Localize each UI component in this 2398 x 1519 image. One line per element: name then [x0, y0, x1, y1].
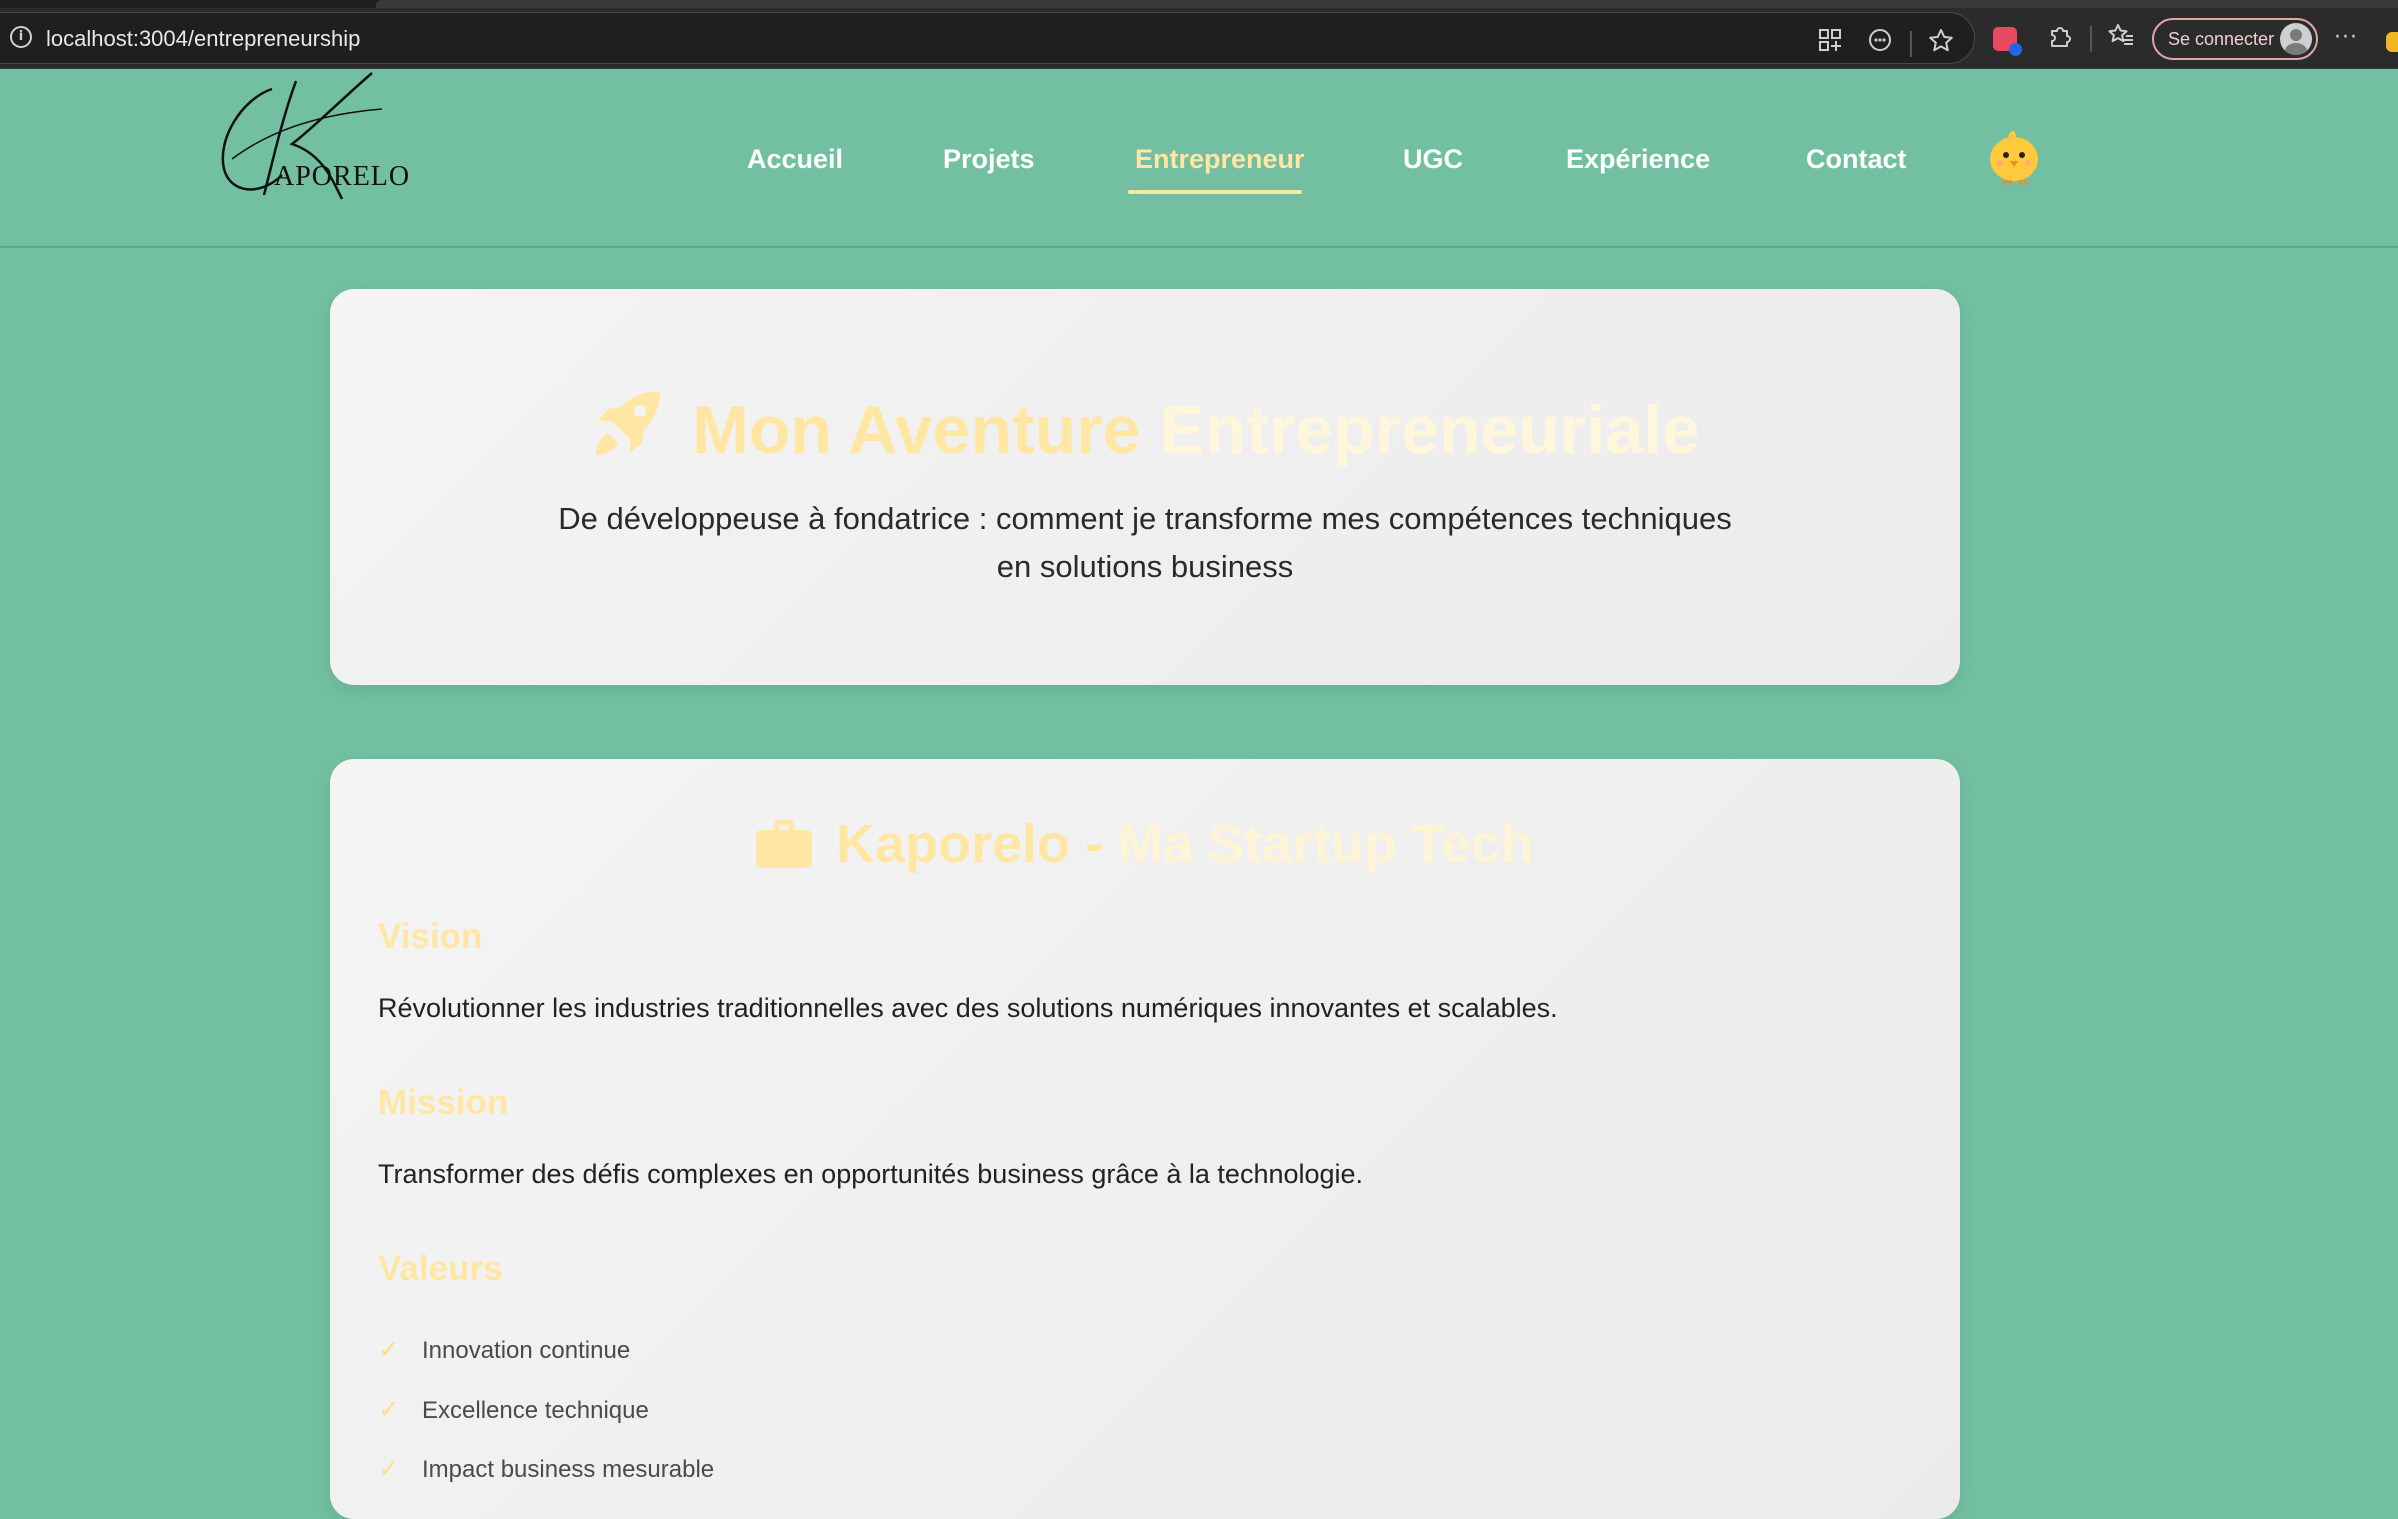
values-heading: Valeurs [378, 1249, 503, 1288]
nav-experience[interactable]: Expérience [1566, 144, 1710, 175]
more-icon[interactable]: ··· [2330, 22, 2362, 54]
copilot-icon[interactable] [2386, 32, 2398, 52]
reading-mode-icon[interactable] [1864, 27, 1896, 59]
list-item: ✓ Innovation continue [378, 1335, 630, 1365]
chick-icon[interactable] [1986, 127, 2042, 186]
value-label: Excellence technique [422, 1397, 649, 1424]
site-header: APORELO Accueil Projets Entrepreneur UGC… [0, 69, 2398, 248]
toolbar-separator [2090, 26, 2092, 52]
sign-in-label: Se connecter [2168, 29, 2275, 49]
briefcase-icon [755, 820, 812, 868]
nav-entrepreneur[interactable]: Entrepreneur [1135, 144, 1305, 175]
check-icon: ✓ [378, 1395, 400, 1425]
toolbar-separator [1910, 31, 1912, 57]
vision-text: Révolutionner les industries traditionne… [378, 993, 1558, 1023]
app-grid-icon[interactable] [1814, 27, 1846, 59]
hero-title: Mon Aventure Entrepreneuriale [330, 385, 1960, 469]
address-bar[interactable]: i localhost:3004/entrepreneurship [0, 12, 1975, 64]
startup-title: Kaporelo - Ma Startup Tech [330, 813, 1960, 875]
hero-card: Mon Aventure Entrepreneuriale De dévelop… [330, 289, 1960, 685]
browser-toolbar: i localhost:3004/entrepreneurship Se con… [0, 8, 2398, 69]
logo-text: APORELO [274, 161, 411, 192]
nav-contact[interactable]: Contact [1806, 144, 1907, 175]
value-label: Impact business mesurable [422, 1456, 715, 1483]
browser-tab-strip [0, 0, 2398, 8]
browser-tab-edge [376, 0, 2398, 8]
nav-projets[interactable]: Projets [943, 144, 1035, 175]
favorites-icon[interactable] [2105, 22, 2137, 54]
vision-heading: Vision [378, 917, 483, 956]
list-item: ✓ Excellence technique [378, 1395, 649, 1425]
rocket-icon [590, 385, 666, 461]
puzzle-extensions-icon[interactable] [2044, 22, 2076, 54]
url-text[interactable]: localhost:3004/entrepreneurship [46, 26, 360, 52]
hero-title-part2: Entrepreneuriale [1159, 392, 1700, 468]
nav-accueil[interactable]: Accueil [747, 144, 843, 175]
startup-title-part1: Kaporelo - [835, 814, 1118, 874]
nav-active-underline [1128, 190, 1302, 194]
info-icon[interactable]: i [10, 26, 32, 48]
value-label: Innovation continue [422, 1337, 631, 1364]
extension-icon[interactable] [1993, 27, 2022, 56]
sign-in-button[interactable]: Se connecter [2152, 18, 2318, 60]
hero-subtitle: De développeuse à fondatrice : comment j… [558, 501, 1732, 584]
kaporelo-logo[interactable]: APORELO [212, 69, 409, 209]
startup-title-part2: Ma Startup Tech [1117, 814, 1535, 874]
mission-text: Transformer des défis complexes en oppor… [378, 1159, 1364, 1189]
hero-title-part1: Mon Aventure [692, 392, 1160, 468]
check-icon: ✓ [378, 1335, 400, 1365]
startup-card: Kaporelo - Ma Startup Tech Vision Révolu… [330, 759, 1960, 1519]
mission-heading: Mission [378, 1083, 509, 1122]
nav-ugc[interactable]: UGC [1403, 144, 1463, 175]
avatar-icon [2280, 23, 2312, 55]
favorite-star-icon[interactable] [1925, 27, 1957, 59]
